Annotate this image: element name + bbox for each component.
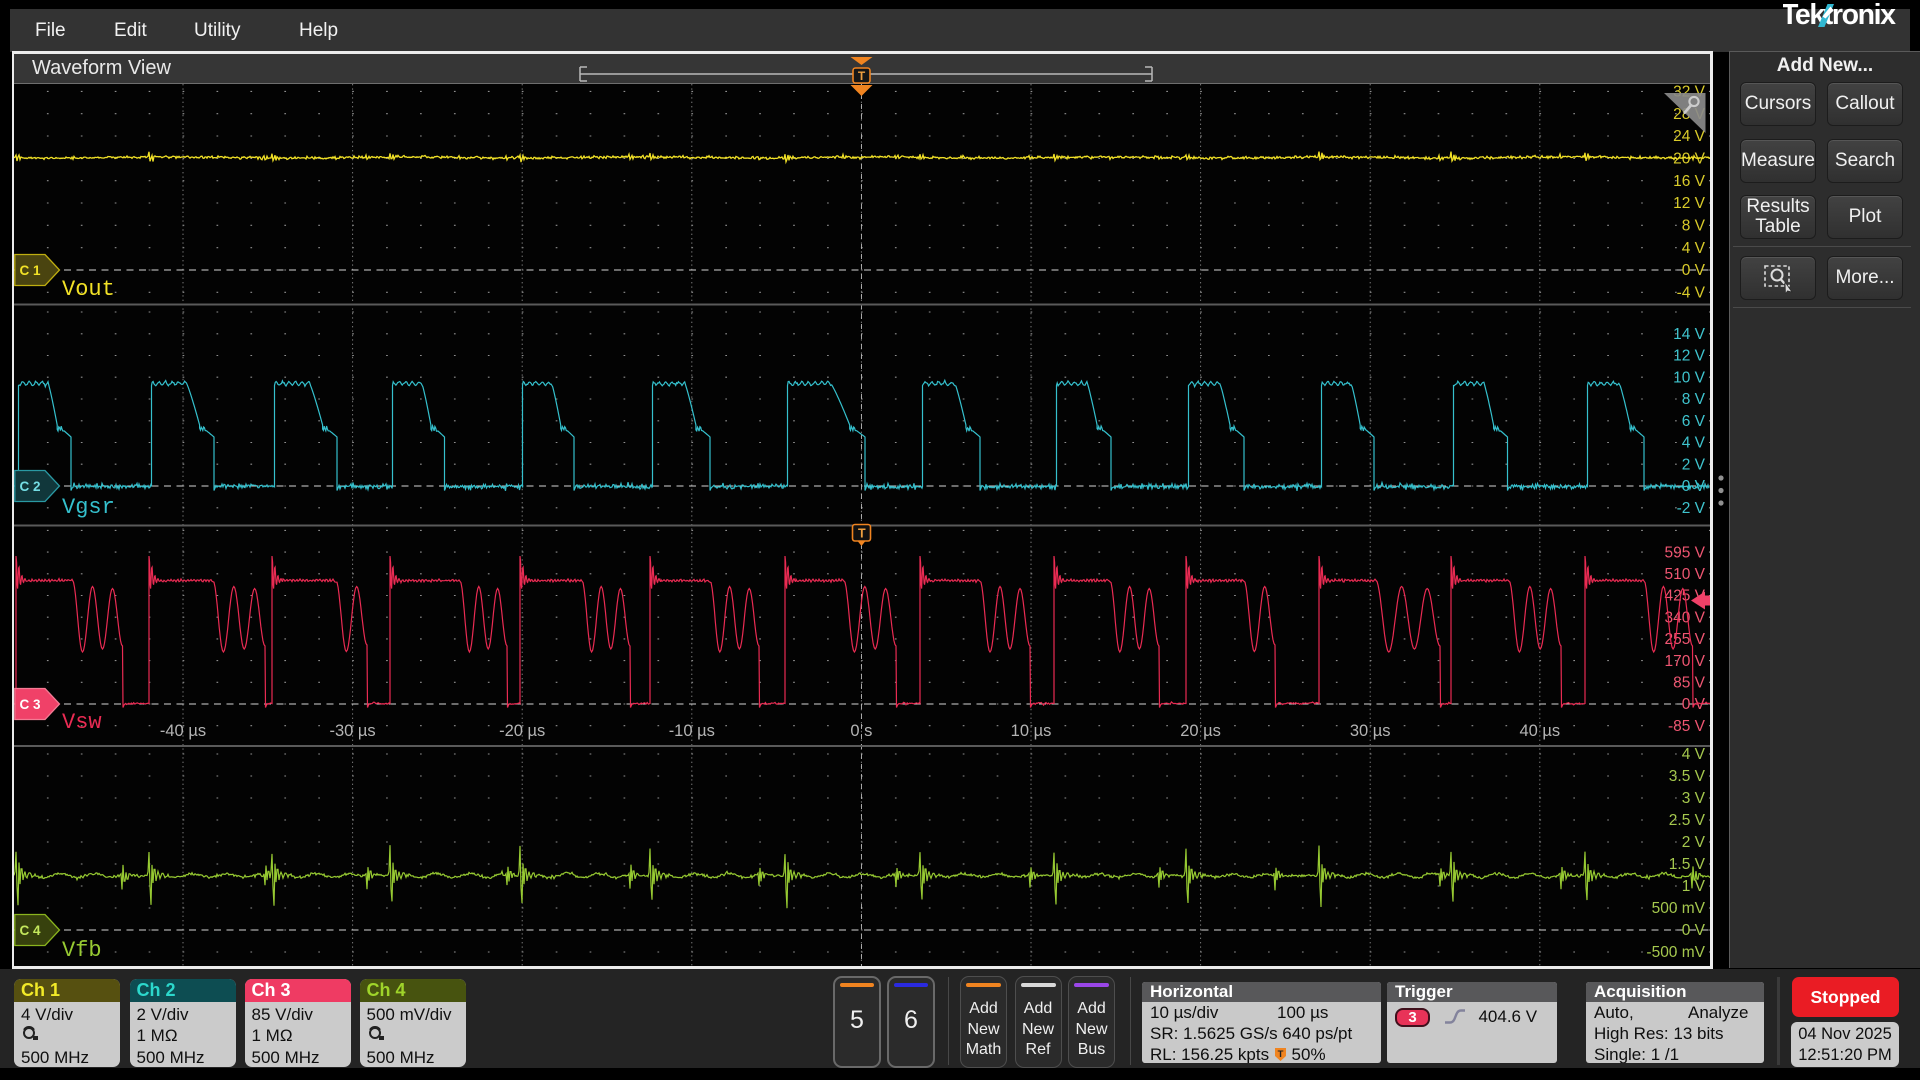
svg-text:340 V: 340 V [1664, 609, 1705, 626]
svg-text:Vout: Vout [62, 277, 115, 302]
svg-text:T: T [1277, 1049, 1283, 1060]
svg-text:-10 µs: -10 µs [669, 722, 715, 740]
svg-text:C 2: C 2 [19, 479, 40, 494]
svg-text:500 mV: 500 mV [1652, 900, 1706, 917]
svg-text:170 V: 170 V [1664, 653, 1705, 670]
svg-text:24 V: 24 V [1673, 128, 1706, 145]
svg-text:-40 µs: -40 µs [160, 722, 206, 740]
svg-text:10 µs: 10 µs [1011, 722, 1052, 740]
svg-text:-20 µs: -20 µs [499, 722, 545, 740]
svg-text:Vfb: Vfb [62, 938, 102, 963]
svg-text:12 V: 12 V [1673, 195, 1706, 212]
svg-text:6 V: 6 V [1682, 413, 1706, 430]
svg-text:85 V: 85 V [1673, 675, 1706, 692]
svg-text:4 V: 4 V [1682, 240, 1706, 257]
svg-text:2 V: 2 V [1682, 456, 1706, 473]
svg-text:Vgsr: Vgsr [62, 495, 115, 520]
svg-text:C 4: C 4 [19, 923, 41, 938]
svg-text:14 V: 14 V [1673, 326, 1706, 343]
svg-text:8 V: 8 V [1682, 218, 1706, 235]
svg-text:-85 V: -85 V [1668, 718, 1706, 735]
svg-text:T: T [858, 527, 866, 541]
svg-text:0 V: 0 V [1682, 262, 1706, 279]
svg-text:12 V: 12 V [1673, 348, 1706, 365]
svg-text:1 V: 1 V [1682, 878, 1706, 895]
svg-text:16 V: 16 V [1673, 173, 1706, 190]
svg-text:1.5 V: 1.5 V [1669, 856, 1706, 873]
svg-text:Vsw: Vsw [62, 710, 102, 735]
svg-text:3.5 V: 3.5 V [1669, 768, 1706, 785]
svg-text:510 V: 510 V [1664, 566, 1705, 583]
svg-text:C 1: C 1 [19, 263, 41, 278]
svg-text:-30 µs: -30 µs [329, 722, 375, 740]
svg-text:4 V: 4 V [1682, 746, 1706, 763]
svg-text:8 V: 8 V [1682, 391, 1706, 408]
svg-text:30 µs: 30 µs [1350, 722, 1391, 740]
svg-text:2 V: 2 V [1682, 834, 1706, 851]
svg-text:595 V: 595 V [1664, 544, 1705, 561]
svg-text:C 3: C 3 [19, 697, 41, 712]
svg-text:-4 V: -4 V [1677, 285, 1706, 302]
svg-text:T: T [858, 69, 866, 83]
svg-text:-2 V: -2 V [1677, 500, 1706, 517]
svg-text:10 V: 10 V [1673, 369, 1706, 386]
svg-text:40 µs: 40 µs [1519, 722, 1560, 740]
svg-text:2.5 V: 2.5 V [1669, 812, 1706, 829]
svg-text:20 µs: 20 µs [1180, 722, 1221, 740]
svg-text:4 V: 4 V [1682, 435, 1706, 452]
svg-text:Tektronix: Tektronix [1783, 2, 1896, 28]
svg-text:-500 mV: -500 mV [1646, 944, 1705, 961]
svg-text:3 V: 3 V [1682, 790, 1706, 807]
svg-text:0 V: 0 V [1682, 922, 1706, 939]
